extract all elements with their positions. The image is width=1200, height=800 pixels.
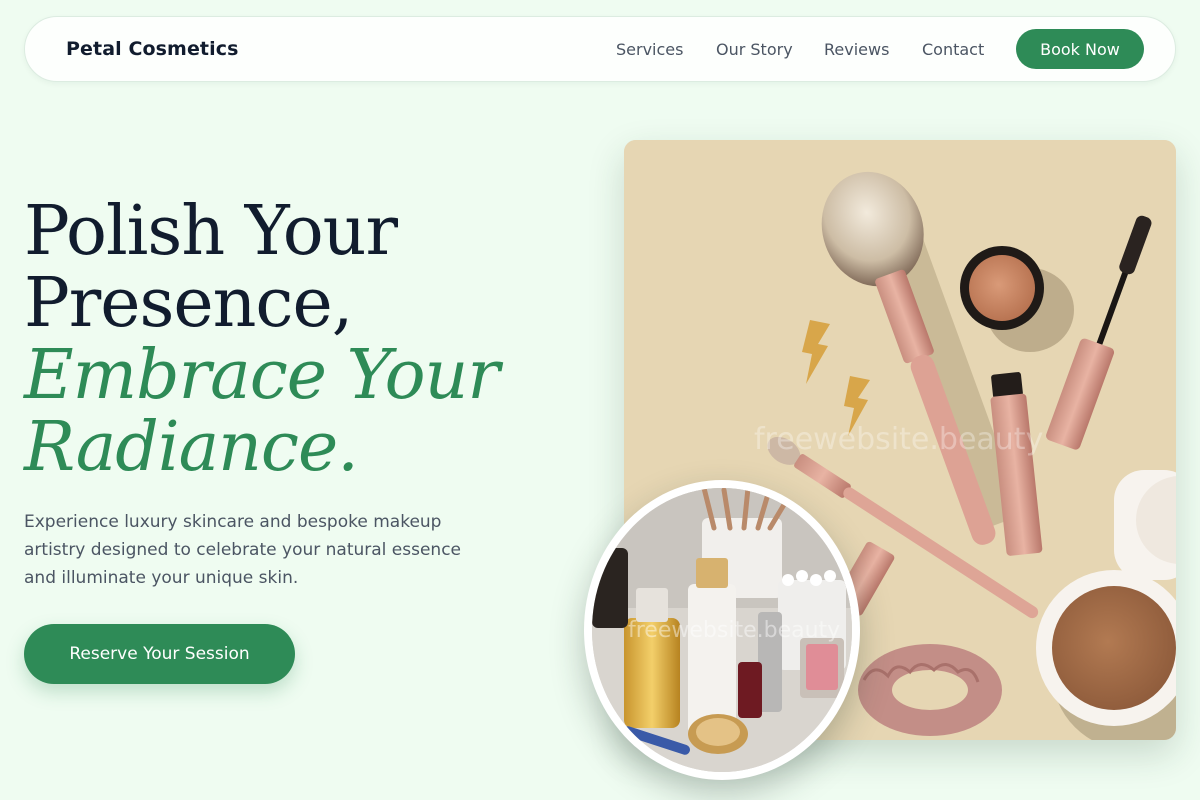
nav-link-our-story[interactable]: Our Story [716, 40, 793, 59]
nav-link-contact[interactable]: Contact [922, 40, 984, 59]
brand-logo[interactable]: Petal Cosmetics [66, 38, 239, 60]
vanity-inset-photo: freewebsite.beauty [584, 480, 860, 780]
book-now-button[interactable]: Book Now [1016, 29, 1144, 69]
nav-link-services[interactable]: Services [616, 40, 683, 59]
reserve-session-button[interactable]: Reserve Your Session [24, 624, 295, 684]
nav-link-reviews[interactable]: Reviews [824, 40, 889, 59]
hero-headline: Polish Your Presence, Embrace Your Radia… [24, 196, 584, 484]
headline-line-2: Presence, [24, 264, 353, 343]
hero-subtext: Experience luxury skincare and bespoke m… [24, 512, 462, 588]
headline-accent-line-1: Embrace Your [24, 336, 500, 415]
top-navbar: Petal Cosmetics Services Our Story Revie… [24, 16, 1176, 82]
headline-line-1: Polish Your [24, 192, 398, 271]
photo-watermark: freewebsite.beauty [754, 422, 1044, 457]
inset-watermark: freewebsite.beauty [628, 618, 841, 643]
headline-accent-line-2: Radiance. [24, 408, 359, 487]
scrunchie [858, 644, 1002, 736]
